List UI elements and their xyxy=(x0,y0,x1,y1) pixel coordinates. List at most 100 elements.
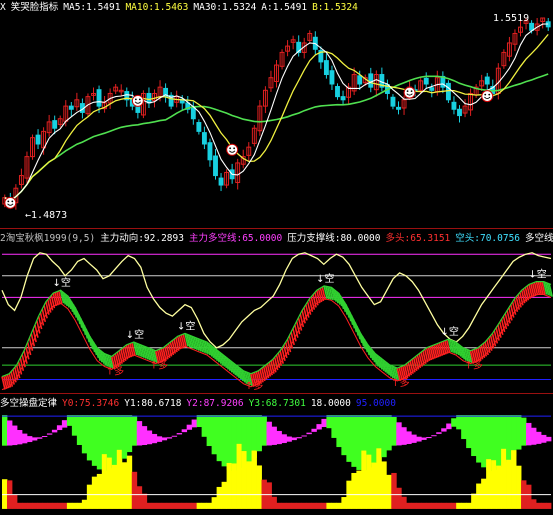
upper-block xyxy=(271,426,277,445)
lower-block xyxy=(326,502,332,509)
upper-block xyxy=(436,432,442,434)
upper-block xyxy=(216,415,222,462)
lower-block xyxy=(306,502,312,509)
lower-block xyxy=(111,464,118,509)
pane2-header-item: 多空线:30.00 xyxy=(525,233,553,244)
lower-block xyxy=(431,502,437,509)
candle-body xyxy=(146,92,152,104)
lower-block xyxy=(166,502,173,509)
lower-block xyxy=(51,502,58,509)
lower-block xyxy=(171,502,178,509)
lower-block xyxy=(421,502,427,509)
lower-block xyxy=(356,470,362,509)
smiley-eye xyxy=(229,147,232,150)
lower-block xyxy=(266,482,272,509)
upper-block xyxy=(301,435,307,437)
lower-block xyxy=(446,502,452,509)
upper-block xyxy=(401,427,407,445)
lower-block xyxy=(466,502,472,509)
lower-block xyxy=(286,502,292,509)
sell-signal-label: ↓空 xyxy=(316,272,334,285)
lower-block xyxy=(351,472,357,509)
lower-block xyxy=(26,502,33,509)
candle-body xyxy=(335,86,340,98)
lower-block xyxy=(2,479,8,509)
lower-block xyxy=(511,450,517,509)
upper-block xyxy=(141,426,148,446)
lower-block xyxy=(381,461,387,509)
candle-body xyxy=(96,89,102,107)
upper-block xyxy=(51,429,58,433)
lower-block xyxy=(86,484,93,509)
lower-block xyxy=(456,502,462,509)
upper-block xyxy=(86,415,93,461)
lower-block xyxy=(241,451,247,509)
upper-block xyxy=(526,422,532,446)
smiley-icon xyxy=(131,94,144,107)
lower-block xyxy=(151,502,158,509)
upper-block xyxy=(61,420,68,428)
lower-block xyxy=(461,502,467,509)
upper-block xyxy=(121,415,128,459)
candle-body xyxy=(396,106,401,110)
upper-block xyxy=(211,415,218,455)
pane1-header-item: A:1.5491 xyxy=(261,2,308,13)
lower-block xyxy=(496,465,502,509)
lower-block xyxy=(21,502,28,509)
upper-block xyxy=(146,430,153,445)
upper-block xyxy=(406,431,412,445)
lower-block xyxy=(256,465,262,509)
lower-block xyxy=(46,502,53,509)
lower-block xyxy=(191,502,198,509)
pane2-header-item: 2淘宝秋枫1999(9,5) xyxy=(0,233,96,244)
lower-block xyxy=(316,502,322,509)
lower-block xyxy=(376,448,382,509)
upper-block xyxy=(156,436,163,442)
upper-block xyxy=(351,415,357,467)
lower-block xyxy=(296,502,302,509)
pane3-header-item: Y2:87.9206 xyxy=(186,398,244,409)
lower-block xyxy=(181,502,188,509)
smiley-eye xyxy=(484,93,487,96)
pane3-header-item: Y0:75.3746 xyxy=(62,398,120,409)
candle-body xyxy=(390,96,396,107)
upper-block xyxy=(131,415,138,446)
candle-body xyxy=(357,75,363,85)
lower-block xyxy=(106,457,113,509)
upper-block xyxy=(276,430,282,445)
lower-block xyxy=(211,497,218,509)
upper-block xyxy=(506,415,512,463)
lower-block xyxy=(136,486,143,509)
upper-block xyxy=(356,415,362,470)
buy-signal-label: ↑多 xyxy=(150,359,168,372)
upper-block xyxy=(386,415,392,451)
smiley-icon xyxy=(481,90,494,103)
upper-block xyxy=(261,416,267,446)
upper-block xyxy=(161,437,168,441)
candle-body xyxy=(196,122,202,132)
candle-body xyxy=(35,134,41,145)
candle-body xyxy=(445,82,451,101)
pane2-header-item: 压力支撑线:80.0000 xyxy=(287,233,381,244)
lower-block xyxy=(56,502,63,509)
candle-body xyxy=(218,177,224,186)
low-price-value: 1.4873 xyxy=(31,210,68,221)
lower-block xyxy=(366,454,372,509)
upper-block xyxy=(2,415,8,446)
lower-block xyxy=(91,476,98,509)
lower-block xyxy=(66,502,73,509)
lower-block xyxy=(141,493,148,509)
lower-block xyxy=(251,450,257,509)
upper-block xyxy=(46,433,53,435)
pane-separator xyxy=(0,228,553,229)
main-trend-line xyxy=(1,252,552,349)
chart-stage: ↓空 ↓空 ↓空 ↓空 ↓空 ↓空 ↑多 ↑多 ↑多 ↑多 ↑多 X 笑哭脸指标 MA5:1.5491 M… xyxy=(0,0,553,515)
pane3-header: 多空操盘定律 Y0:75.3746 Y1:80.6718 Y2:87.9206 Y3:6… xyxy=(0,397,553,411)
upper-block xyxy=(281,434,287,444)
upper-block xyxy=(541,434,547,443)
upper-block xyxy=(286,436,292,442)
upper-block xyxy=(346,415,352,462)
pane-separator xyxy=(0,393,553,394)
lower-block xyxy=(416,502,422,509)
lower-block xyxy=(291,502,297,509)
